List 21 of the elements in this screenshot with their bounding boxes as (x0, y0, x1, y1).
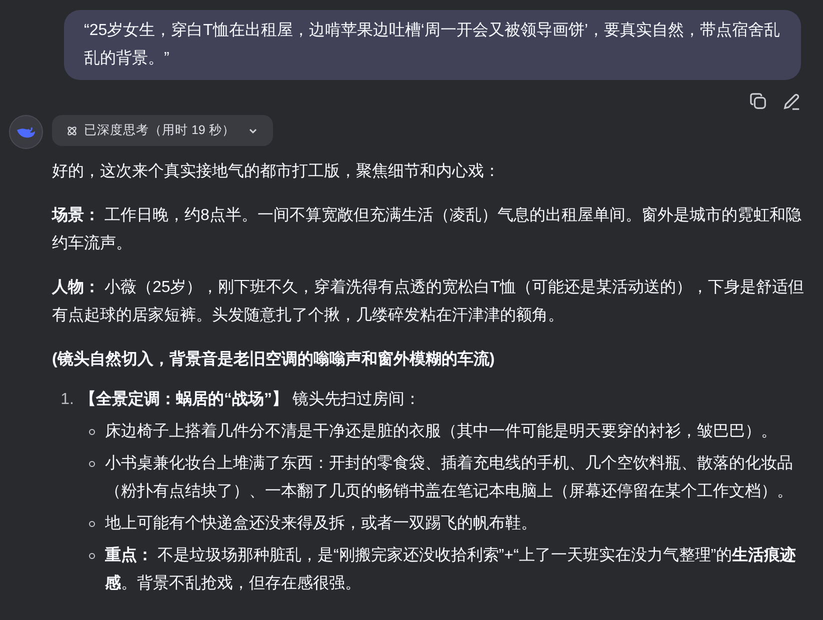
response-paragraph: 场景： 工作日晚，约8点半。一间不算宽敞但充满生活（凌乱）气息的出租屋单间。窗外是城市的霓虹和隐约车流声。 (52, 206, 802, 254)
copy-icon[interactable] (749, 92, 768, 111)
bullet-icon (89, 461, 95, 467)
response-paragraph: 人物： 小薇（25岁），刚下班不久，穿着洗得有点透的宽松白T恤（可能还是某活动送的），下身是舒适但有点起球的居家短裤。头发随意扎了个揪，几缕碎发粘在汗津津的额角。 (52, 278, 805, 326)
response-paragraph: 好的，这次来个真实接地气的都市打工版，聚焦细节和内心戏： (52, 162, 501, 182)
thinking-label: 已深度思考（用时 19 秒） (84, 122, 235, 140)
list-item-text: 【全景定调：蜗居的“战场”】 镜头先扫过房间： (80, 389, 422, 410)
bullet-text: 重点： 不是垃圾场那种脏乱，是“刚搬完家还没收拾利索”+“上了一天班实在没力气整理”的生活痕迹感。背景不乱抢戏，但存在感很强。 (105, 545, 798, 594)
bullet-text: 小书桌兼化妆台上堆满了东西：开封的零食袋、插着充电线的手机、几个空饮料瓶、散落的化妆品（粉扑有点结块了）、一本翻了几页的畅销书盖在笔记本电脑上（屏幕还停留在某个工作文档）。 (105, 454, 794, 502)
edit-icon[interactable] (782, 92, 801, 111)
atom-icon (66, 124, 78, 136)
thinking-toggle[interactable]: 已深度思考（用时 19 秒） (52, 115, 273, 146)
bullet-text: 地上可能有个快递盒还没来得及拆，或者一双踢飞的帆布鞋。 (105, 514, 538, 534)
bullet-icon (89, 553, 95, 559)
bullet-icon (89, 521, 95, 527)
bullet-text: 床边椅子上搭着几件分不清是干净还是脏的衣服（其中一件可能是明天要穿的衬衫，皱巴巴）。 (105, 422, 778, 442)
list-number: 1. (60, 390, 75, 410)
scene-note: (镜头自然切入，背景音是老旧空调的嗡嗡声和窗外模糊的车流) (52, 349, 496, 370)
avatar-icon (9, 115, 43, 149)
user-message-bubble: “25岁女生，穿白T恤在出租屋，边啃苹果边吐槽‘周一开会又被领导画饼’，要真实自然，带点宿舍乱乱的背景。” (64, 10, 801, 80)
bullet-icon (89, 429, 95, 435)
